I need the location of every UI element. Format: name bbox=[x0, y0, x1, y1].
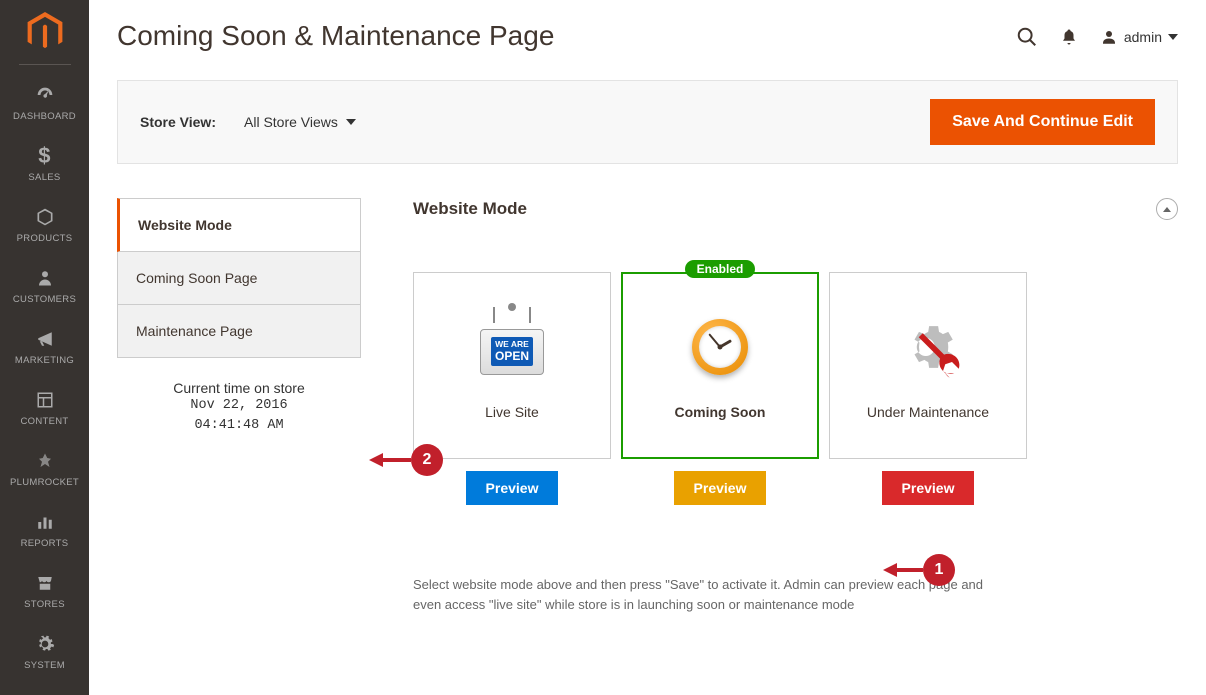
nav-marketing[interactable]: Marketing bbox=[0, 317, 89, 378]
store-time-date: Nov 22, 2016 bbox=[127, 396, 351, 416]
collapse-button[interactable] bbox=[1156, 198, 1178, 220]
mode-label: Under Maintenance bbox=[867, 404, 989, 420]
nav-label: Stores bbox=[24, 599, 65, 610]
storeview-select[interactable]: All Store Views bbox=[244, 114, 356, 130]
nav-dashboard[interactable]: Dashboard bbox=[0, 73, 89, 134]
store-time-title: Current time on store bbox=[127, 380, 351, 396]
notifications-button[interactable] bbox=[1060, 27, 1078, 47]
nav-label: Sales bbox=[28, 172, 60, 183]
nav-reports[interactable]: Reports bbox=[0, 500, 89, 561]
mode-label: Coming Soon bbox=[675, 404, 766, 420]
enabled-badge: Enabled bbox=[685, 260, 756, 278]
config-tabs: Website Mode Coming Soon Page Maintenanc… bbox=[117, 198, 361, 695]
nav-customers[interactable]: Customers bbox=[0, 256, 89, 317]
storeview-value: All Store Views bbox=[244, 114, 338, 130]
page-title: Coming Soon & Maintenance Page bbox=[117, 20, 554, 52]
storeview-label: Store View: bbox=[140, 114, 216, 130]
tab-website-mode[interactable]: Website Mode bbox=[117, 198, 361, 252]
user-label: admin bbox=[1124, 29, 1162, 45]
tab-maintenance-page[interactable]: Maintenance Page bbox=[117, 305, 361, 358]
chevron-up-icon bbox=[1163, 207, 1171, 212]
reports-icon bbox=[36, 510, 54, 534]
open-sign-icon: WE AREOPEN bbox=[477, 312, 547, 382]
admin-sidebar: Dashboard $ Sales Products Customers Mar… bbox=[0, 0, 89, 695]
nav-content[interactable]: Content bbox=[0, 378, 89, 439]
chevron-down-icon bbox=[346, 119, 356, 125]
preview-live-button[interactable]: Preview bbox=[466, 471, 559, 505]
user-icon bbox=[1100, 28, 1118, 46]
nav-label: Products bbox=[17, 233, 73, 244]
nav-label: Plumrocket bbox=[10, 477, 79, 488]
marketing-icon bbox=[35, 327, 55, 351]
stores-icon bbox=[35, 571, 55, 595]
content-icon bbox=[36, 388, 54, 412]
gear-icon bbox=[893, 312, 963, 382]
store-view-bar: Store View: All Store Views Save And Con… bbox=[117, 80, 1178, 164]
chevron-down-icon bbox=[1168, 34, 1178, 40]
system-icon bbox=[35, 632, 55, 656]
mode-card-coming-soon[interactable]: Coming Soon bbox=[621, 272, 819, 459]
tab-coming-soon-page[interactable]: Coming Soon Page bbox=[117, 252, 361, 305]
dashboard-icon bbox=[34, 83, 56, 107]
magento-logo[interactable] bbox=[25, 12, 65, 52]
nav-label: Customers bbox=[13, 294, 76, 305]
website-mode-section: Website Mode WE AREOPEN bbox=[413, 198, 1178, 695]
search-button[interactable] bbox=[1016, 26, 1038, 48]
nav-label: Marketing bbox=[15, 355, 74, 366]
nav-system[interactable]: System bbox=[0, 622, 89, 683]
bell-icon bbox=[1060, 27, 1078, 47]
store-time-time: 04:41:48 AM bbox=[127, 416, 351, 436]
sidebar-divider bbox=[19, 64, 71, 65]
section-title: Website Mode bbox=[413, 199, 527, 219]
help-text: Select website mode above and then press… bbox=[413, 575, 1013, 614]
nav-label: Dashboard bbox=[13, 111, 76, 122]
nav-products[interactable]: Products bbox=[0, 195, 89, 256]
mode-label: Live Site bbox=[485, 404, 539, 420]
mode-live-site-col: WE AREOPEN Live Site Preview bbox=[413, 272, 611, 505]
products-icon bbox=[35, 205, 55, 229]
nav-label: Reports bbox=[21, 538, 69, 549]
mode-maintenance-col: Under Maintenance Preview bbox=[829, 272, 1027, 505]
mode-options: WE AREOPEN Live Site Preview Enabled bbox=[413, 272, 1178, 505]
store-time-footer: Current time on store Nov 22, 2016 04:41… bbox=[117, 358, 361, 459]
sales-icon: $ bbox=[38, 144, 51, 168]
customers-icon bbox=[36, 266, 54, 290]
content-area: Website Mode Coming Soon Page Maintenanc… bbox=[89, 164, 1206, 695]
header-actions: admin bbox=[1016, 26, 1178, 48]
page-header: Coming Soon & Maintenance Page admin bbox=[89, 0, 1206, 52]
main-area: Coming Soon & Maintenance Page admin Sto… bbox=[89, 0, 1206, 695]
save-continue-button[interactable]: Save And Continue Edit bbox=[930, 99, 1155, 145]
nav-stores[interactable]: Stores bbox=[0, 561, 89, 622]
nav-sales[interactable]: $ Sales bbox=[0, 134, 89, 195]
preview-maintenance-button[interactable]: Preview bbox=[882, 471, 975, 505]
mode-card-live-site[interactable]: WE AREOPEN Live Site bbox=[413, 272, 611, 459]
plumrocket-icon bbox=[36, 449, 54, 473]
nav-label: Content bbox=[20, 416, 68, 427]
search-icon bbox=[1016, 26, 1038, 48]
nav-label: System bbox=[24, 660, 65, 671]
mode-coming-soon-col: Enabled Coming Soon bbox=[621, 272, 819, 505]
clock-icon bbox=[685, 312, 755, 382]
preview-coming-soon-button[interactable]: Preview bbox=[674, 471, 767, 505]
nav-plumrocket[interactable]: Plumrocket bbox=[0, 439, 89, 500]
mode-card-maintenance[interactable]: Under Maintenance bbox=[829, 272, 1027, 459]
user-menu[interactable]: admin bbox=[1100, 28, 1178, 46]
